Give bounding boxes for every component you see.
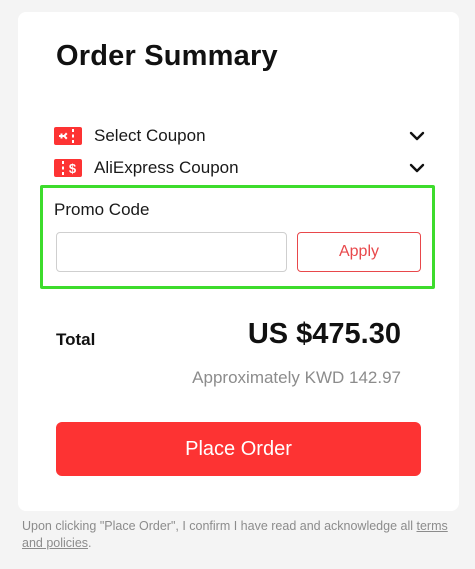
select-coupon-row[interactable]: Select Coupon xyxy=(54,122,426,150)
promo-code-label: Promo Code xyxy=(54,200,150,219)
chevron-down-icon[interactable] xyxy=(408,159,426,177)
apply-button[interactable]: Apply xyxy=(297,232,421,272)
svg-text:$: $ xyxy=(69,161,77,176)
promo-code-input[interactable] xyxy=(56,232,287,272)
order-summary-card: Order Summary Select Coupon $ AliExpress… xyxy=(18,12,459,511)
chevron-down-icon[interactable] xyxy=(408,127,426,145)
page-title: Order Summary xyxy=(56,40,278,72)
disclaimer: Upon clicking "Place Order", I confirm I… xyxy=(22,518,462,552)
coupon-ticket-icon xyxy=(54,127,82,145)
place-order-button[interactable]: Place Order xyxy=(56,422,421,476)
aliexpress-coupon-row[interactable]: $ AliExpress Coupon xyxy=(54,154,426,182)
aliexpress-coupon-label: AliExpress Coupon xyxy=(94,158,239,177)
disclaimer-text: Upon clicking "Place Order", I confirm I… xyxy=(22,519,414,533)
dollar-coupon-icon: $ xyxy=(54,159,82,177)
approximate-total: Approximately KWD 142.97 xyxy=(192,368,401,387)
disclaimer-suffix: . xyxy=(88,536,92,550)
total-value: US $475.30 xyxy=(247,318,401,350)
select-coupon-label: Select Coupon xyxy=(94,126,206,145)
total-label: Total xyxy=(56,330,96,349)
